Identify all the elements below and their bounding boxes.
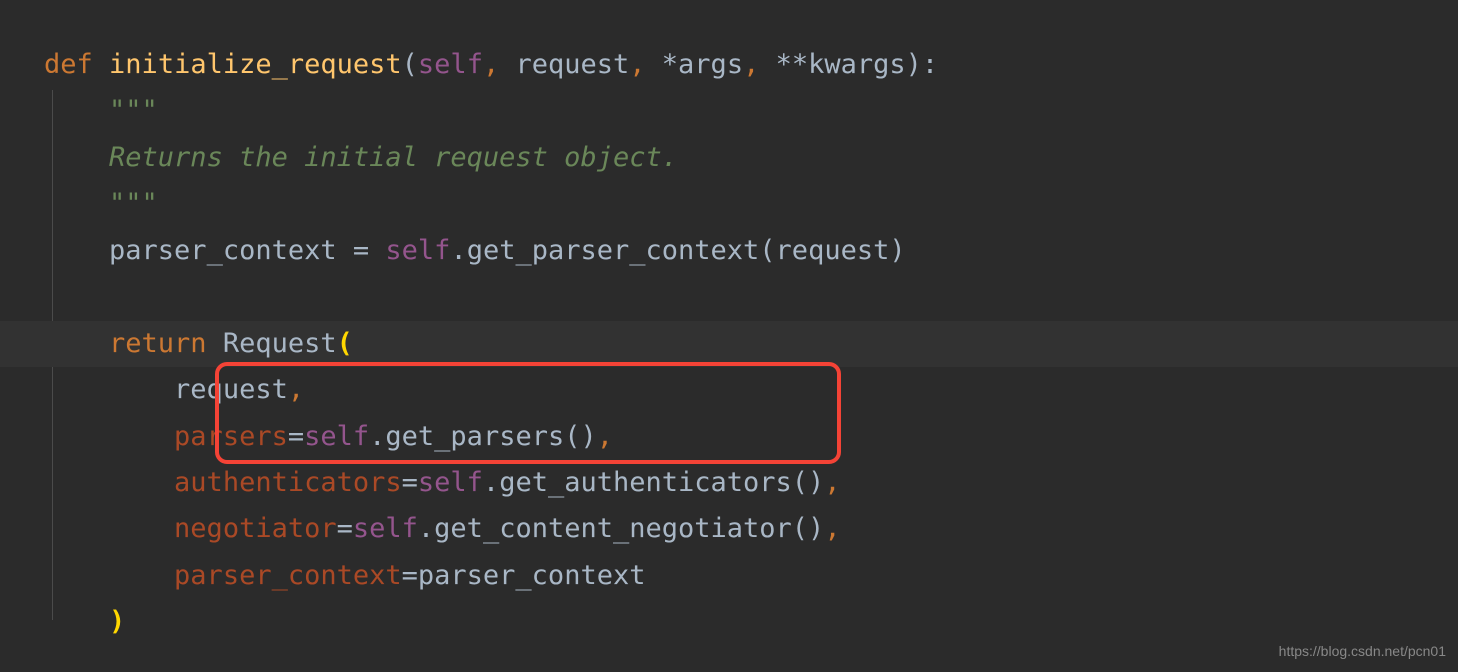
indent — [44, 421, 174, 452]
equals: = — [402, 467, 418, 498]
lparen: ( — [402, 49, 418, 80]
equals: = — [402, 560, 418, 591]
lparen-yellow: ( — [337, 328, 353, 359]
dot: . — [418, 513, 434, 544]
var-name: parser_context — [109, 235, 353, 266]
self-param: self — [418, 49, 483, 80]
indent — [44, 235, 109, 266]
indent — [44, 188, 109, 219]
indent — [44, 142, 109, 173]
val-parser-context: parser_context — [418, 560, 646, 591]
code-line-2: """ — [44, 88, 1458, 134]
code-line-12: ) — [44, 599, 1458, 645]
kwarg-negotiator: negotiator — [174, 513, 337, 544]
space — [93, 49, 109, 80]
function-name: initialize_request — [109, 49, 402, 80]
code-line-11: parser_context=parser_context — [44, 553, 1458, 599]
code-line-4: """ — [44, 181, 1458, 227]
method-call: get_parser_context(request) — [467, 235, 906, 266]
indent — [44, 374, 174, 405]
indent — [44, 513, 174, 544]
indent — [44, 95, 109, 126]
method-call: get_content_negotiator() — [434, 513, 824, 544]
rparen-yellow: ) — [109, 606, 125, 637]
docstring-open: """ — [109, 95, 158, 126]
dot: . — [450, 235, 466, 266]
keyword-return: return — [109, 328, 207, 359]
kwarg-parser-context: parser_context — [174, 560, 402, 591]
comma: , — [597, 421, 613, 452]
comma: , — [824, 467, 840, 498]
code-line-9: authenticators=self.get_authenticators()… — [44, 460, 1458, 506]
param-args: args — [678, 49, 743, 80]
code-line-blank — [44, 274, 1458, 320]
kwarg-parsers: parsers — [174, 421, 288, 452]
method-call: get_authenticators() — [499, 467, 824, 498]
comma: , — [288, 374, 304, 405]
comma: , — [483, 49, 516, 80]
code-line-7: request, — [44, 367, 1458, 413]
equals: = — [337, 513, 353, 544]
star: ** — [776, 49, 809, 80]
equals: = — [288, 421, 304, 452]
code-line-10: negotiator=self.get_content_negotiator()… — [44, 506, 1458, 552]
indent — [44, 467, 174, 498]
colon: : — [922, 49, 938, 80]
self-ref: self — [304, 421, 369, 452]
comma: , — [629, 49, 662, 80]
keyword-def: def — [44, 49, 93, 80]
code-line-1: def initialize_request(self, request, *a… — [44, 42, 1458, 88]
code-line-3: Returns the initial request object. — [44, 135, 1458, 181]
kwarg-authenticators: authenticators — [174, 467, 402, 498]
class-request: Request — [223, 328, 337, 359]
param-kwargs: kwargs — [808, 49, 906, 80]
docstring-text: Returns the initial request object. — [109, 142, 678, 173]
indent — [44, 328, 109, 359]
method-call: get_parsers() — [385, 421, 596, 452]
self-ref: self — [353, 513, 418, 544]
code-line-6: return Request( — [0, 321, 1458, 367]
star: * — [662, 49, 678, 80]
space — [207, 328, 223, 359]
rparen: ) — [906, 49, 922, 80]
self-ref: self — [418, 467, 483, 498]
comma: , — [743, 49, 776, 80]
dot: . — [483, 467, 499, 498]
param-request: request — [515, 49, 629, 80]
code-line-5: parser_context = self.get_parser_context… — [44, 228, 1458, 274]
indent — [44, 606, 109, 637]
indent — [44, 560, 174, 591]
code-line-8: parsers=self.get_parsers(), — [44, 414, 1458, 460]
equals: = — [353, 235, 369, 266]
comma: , — [824, 513, 840, 544]
dot: . — [369, 421, 385, 452]
space — [369, 235, 385, 266]
watermark: https://blog.csdn.net/pcn01 — [1279, 639, 1446, 663]
self-ref: self — [385, 235, 450, 266]
arg-request: request — [174, 374, 288, 405]
docstring-close: """ — [109, 188, 158, 219]
